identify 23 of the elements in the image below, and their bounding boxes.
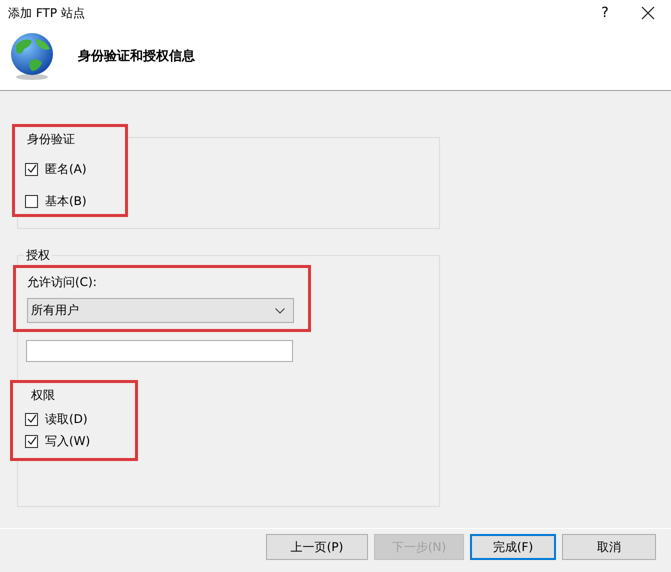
checkbox[interactable] — [25, 194, 38, 208]
access-dropdown[interactable]: 所有用户 — [27, 298, 294, 323]
dialog-button[interactable]: 上一页(P) — [266, 534, 368, 560]
checkbox[interactable] — [25, 162, 38, 176]
checkbox[interactable] — [25, 412, 38, 426]
dialog-button[interactable]: 完成(F) — [470, 534, 556, 560]
input-field[interactable] — [26, 340, 293, 362]
group-title: 授权 — [24, 246, 52, 264]
checkbox-label[interactable]: 匿名(A) — [45, 160, 87, 178]
group-title: 身份验证 — [25, 130, 77, 148]
window-title: 添加 FTP 站点 — [8, 4, 86, 22]
close-icon[interactable] — [641, 6, 655, 20]
checkbox-label[interactable]: 基本(B) — [45, 192, 87, 210]
checkbox-label[interactable]: 读取(D) — [45, 410, 88, 428]
page-heading: 身份验证和授权信息 — [78, 48, 195, 65]
section-title: 权限 — [29, 386, 57, 404]
field-label: 允许访问(C): — [27, 274, 98, 291]
dialog-button[interactable]: 取消 — [562, 534, 656, 560]
globe-icon — [8, 31, 56, 81]
caret-icon — [275, 308, 285, 314]
checkbox[interactable] — [25, 434, 38, 448]
help-button[interactable]: ? — [595, 5, 615, 21]
checkbox-label[interactable]: 写入(W) — [45, 432, 90, 450]
